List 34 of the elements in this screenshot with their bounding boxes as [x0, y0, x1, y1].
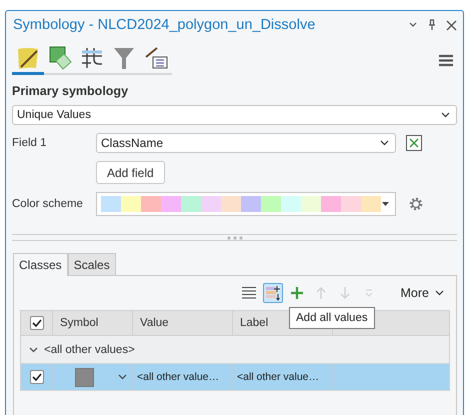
close-icon[interactable]	[446, 20, 457, 30]
table-cell: <all other value…	[137, 371, 220, 383]
caret-icon[interactable]	[441, 112, 450, 118]
settings-icon[interactable]	[408, 196, 424, 212]
splitter-handle-icon[interactable]	[226, 236, 244, 240]
add-field-button[interactable]: Add field	[96, 161, 165, 184]
field-label: Field 1	[12, 137, 48, 149]
table-cell: <all other value…	[237, 371, 320, 383]
symbol-swatch[interactable]	[75, 368, 94, 386]
field-label: Color scheme	[12, 198, 84, 210]
table-row[interactable]: <all other value… <all other value…	[21, 364, 449, 391]
symbology-dropdown[interactable]: Unique Values	[12, 105, 457, 125]
field-dropdown[interactable]: ClassName	[96, 133, 396, 153]
add-all-icon[interactable]	[262, 283, 283, 303]
tab[interactable]: Classes	[13, 253, 68, 276]
caret-icon[interactable]	[380, 140, 389, 146]
menu-icon[interactable]	[438, 54, 454, 67]
collapse-caret-icon[interactable]	[29, 346, 38, 352]
color-scheme-dropdown[interactable]	[96, 192, 396, 216]
caret-icon[interactable]	[118, 374, 127, 380]
tab[interactable]: Scales	[68, 253, 116, 275]
group-heading: <all other values>	[44, 344, 135, 356]
header-checkbox[interactable]	[30, 316, 44, 330]
pin-icon[interactable]	[427, 19, 437, 31]
row-checkbox[interactable]	[30, 370, 44, 384]
column-header[interactable]: Symbol	[53, 311, 133, 335]
column-header[interactable]: Value	[133, 311, 233, 335]
section-heading: Primary symbology	[12, 84, 130, 98]
caret-icon[interactable]	[435, 290, 444, 296]
more-button[interactable]: More	[394, 285, 450, 301]
pane-title: Symbology - NLCD2024_polygon_un_Dissolve	[13, 17, 316, 33]
caret-icon[interactable]	[382, 202, 389, 206]
expression-icon[interactable]	[406, 135, 422, 151]
tooltip: Add all values	[289, 307, 375, 329]
